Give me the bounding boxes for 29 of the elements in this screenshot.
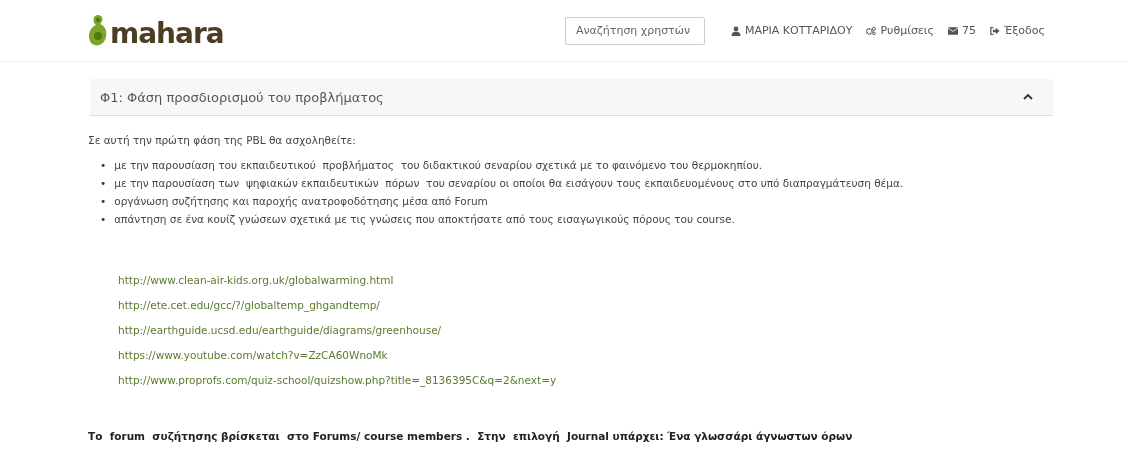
intro-text: Σε αυτή την πρώτη φάση της PBL θα ασχοληθείτε: [88, 134, 357, 146]
search-field[interactable]: Αναζήτηση χρηστών [564, 16, 705, 45]
resource-link[interactable]: http://earthguide.ucsd.edu/earthguide/diagrams/greenhouse/ [118, 323, 442, 338]
logo-icon [87, 13, 109, 48]
nav-logout-link[interactable]: Έξοδος [990, 24, 1045, 37]
bullet-mark: • [100, 176, 107, 191]
bullet-item: με την παρουσίαση των ψηφιακών εκπαιδευτικών πόρων του σεναρίου οι οποίοι θα εισάγουν τους εκπαιδευομένους στο υπό διαπραγμάτευση θέμα. [114, 176, 904, 191]
panel-title: Φ1: Φάση προσδιορισμού του προβλήματος [100, 89, 385, 105]
logout-icon [990, 25, 1000, 36]
bullet-mark: • [100, 194, 107, 209]
bullet-mark: • [100, 158, 107, 173]
footer-text: Το forum συζήτησης βρίσκεται στο Forums/ course members . Στην επιλογή Journal υπάρχει: Ένα γλωσσάρι άγνωστων όρων [88, 430, 854, 442]
bullet-item: απάντηση σε ένα κουίζ γνώσεων σχετικά με τις γνώσεις που αποκτήσατε από τους εισαγωγικούς πόρους του course. [114, 212, 735, 227]
nav-mail-link[interactable]: 75 [948, 24, 976, 37]
bullet-item: με την παρουσίαση του εκπαιδευτικού προβλήματος του διδακτικού σεναρίου σχετικά με το φαινόμενο του θερμοκηπίου. [114, 158, 763, 173]
resource-link[interactable]: https://www.youtube.com/watch?v=ZzCA60WnoMk [118, 348, 388, 363]
chevron-up-icon[interactable] [1023, 93, 1033, 101]
logo-text[interactable]: mahara [110, 19, 224, 48]
resource-link[interactable]: http://www.clean-air-kids.org.uk/globalwarming.html [118, 273, 394, 288]
gears-icon [866, 25, 877, 36]
bullet-item: οργάνωση συζήτησης και παροχής ανατροφοδότησης μέσα από Forum [114, 194, 488, 209]
bullet-mark: • [100, 212, 107, 227]
resource-link[interactable]: http://ete.cet.edu/gcc/?/globaltemp_ghgandtemp/ [118, 298, 380, 313]
panel-header[interactable]: Φ1: Φάση προσδιορισμού του προβλήματος [90, 79, 1053, 116]
nav-settings-link[interactable]: Ρυθμίσεις [866, 24, 934, 37]
envelope-icon [948, 25, 958, 36]
resource-link[interactable]: http://www.proprofs.com/quiz-school/quizshow.php?title=_8136395C&q=2&next=y [118, 373, 557, 388]
user-icon [730, 25, 741, 36]
nav-user-link[interactable]: ΜΑΡΙΑ ΚΟΤΤΑΡΙΔΟΥ [730, 24, 853, 37]
